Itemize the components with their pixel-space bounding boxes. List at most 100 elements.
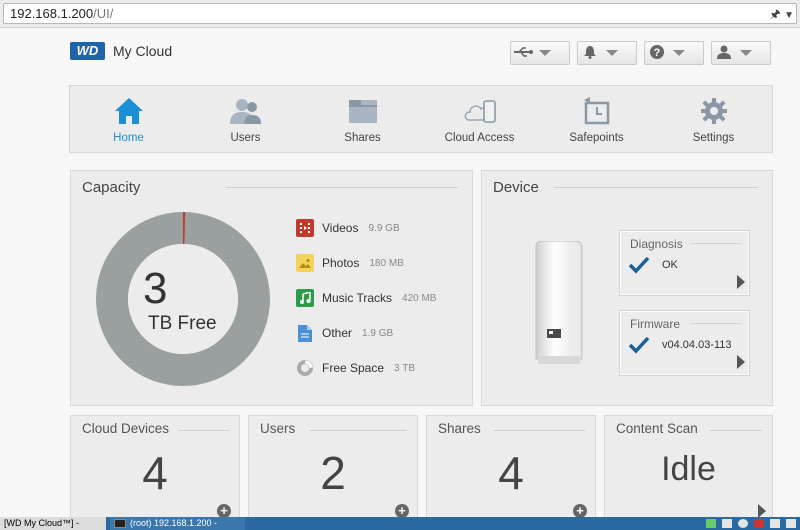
gear-icon xyxy=(700,94,728,128)
nav-item-cloud-access[interactable]: Cloud Access xyxy=(421,86,538,152)
tray-icon[interactable] xyxy=(770,519,780,528)
url-host: 192.168.1.200 xyxy=(10,6,94,21)
chevron-down-icon xyxy=(669,42,689,64)
pin-icon[interactable]: 🖈 xyxy=(770,7,781,21)
capacity-panel: Capacity 3 TB Free Videos 9.9 GB Photos … xyxy=(70,170,473,406)
folder-icon xyxy=(348,94,378,128)
card-title: Shares xyxy=(438,421,481,436)
card-value: 4 xyxy=(142,447,168,499)
nav-item-home[interactable]: Home xyxy=(70,86,187,152)
legend-videos[interactable]: Videos 9.9 GB xyxy=(296,219,400,237)
legend-size: 420 MB xyxy=(402,292,437,304)
user-menu-button[interactable] xyxy=(711,41,771,65)
arrow-right-icon[interactable] xyxy=(758,504,766,518)
add-icon[interactable]: + xyxy=(395,504,409,518)
taskbar-item-label: (root) 192.168.1.200 - xyxy=(130,518,218,528)
card-divider xyxy=(709,430,762,431)
card-value: 2 xyxy=(320,447,346,499)
usb-menu-button[interactable] xyxy=(510,41,570,65)
shares-card[interactable]: Shares 4 + xyxy=(426,415,596,525)
legend-music[interactable]: Music Tracks 420 MB xyxy=(296,289,436,307)
legend-label: Music Tracks xyxy=(322,291,393,305)
nav-item-safepoints[interactable]: Safepoints xyxy=(538,86,655,152)
nav-label: Users xyxy=(230,132,261,144)
legend-label: Videos xyxy=(322,221,359,235)
chevron-down-icon xyxy=(602,42,622,64)
url-actions: 🖈 ▼ xyxy=(770,5,794,26)
chevron-down-icon xyxy=(535,42,555,64)
checkmark-icon xyxy=(628,336,650,354)
home-icon xyxy=(114,94,144,128)
flag-icon[interactable] xyxy=(754,519,764,528)
tray-icon[interactable] xyxy=(722,519,732,528)
diagnosis-card[interactable]: Diagnosis OK xyxy=(619,230,750,296)
firmware-card[interactable]: Firmware v04.04.03-113 xyxy=(619,310,750,376)
browser-toolbar: 192.168.1.200/UI/ 🖈 ▼ xyxy=(0,0,800,28)
card-divider xyxy=(309,430,407,431)
card-divider xyxy=(493,430,585,431)
svg-text:?: ? xyxy=(654,47,661,59)
bookmark-icon[interactable]: ▼ xyxy=(784,10,794,21)
cloud-devices-card[interactable]: Cloud Devices 4 + xyxy=(70,415,240,525)
main-nav: Home Users Shares Cloud Access Safepoint… xyxy=(69,85,773,153)
legend-size: 180 MB xyxy=(369,257,404,269)
arrow-right-icon[interactable] xyxy=(737,275,745,289)
taskbar-item-browser[interactable]: [WD My Cloud™] - xyxy=(0,517,106,530)
url-path: /UI/ xyxy=(93,6,114,21)
device-image xyxy=(535,241,583,364)
nav-item-settings[interactable]: Settings xyxy=(655,86,772,152)
add-icon[interactable]: + xyxy=(573,504,587,518)
app-page: WD My Cloud ? Home Users Shares Cloud Ac… xyxy=(0,28,800,525)
arrow-right-icon[interactable] xyxy=(737,355,745,369)
device-panel: Device Diagnosis OK Firmware v04.04.03-1… xyxy=(481,170,773,406)
card-divider xyxy=(691,243,741,244)
os-taskbar: [WD My Cloud™] - (root) 192.168.1.200 - xyxy=(0,517,800,530)
user-icon xyxy=(712,45,736,62)
chevron-down-icon xyxy=(736,42,756,64)
content-scan-card[interactable]: Content Scan Idle xyxy=(604,415,773,525)
legend-other[interactable]: Other 1.9 GB xyxy=(296,324,393,342)
legend-label: Free Space xyxy=(322,361,385,375)
nav-item-users[interactable]: Users xyxy=(187,86,304,152)
document-icon xyxy=(296,324,314,342)
title-divider xyxy=(554,187,758,188)
logo[interactable]: WD My Cloud xyxy=(70,42,172,60)
add-icon[interactable]: + xyxy=(217,504,231,518)
legend-label: Photos xyxy=(322,256,360,270)
tray-icon[interactable] xyxy=(738,519,748,528)
legend-free-space[interactable]: Free Space 3 TB xyxy=(296,359,415,377)
card-title: Firmware xyxy=(630,317,680,331)
card-title: Users xyxy=(260,421,296,436)
legend-size: 1.9 GB xyxy=(362,327,394,339)
panel-title: Capacity xyxy=(82,179,141,196)
help-icon: ? xyxy=(645,44,669,62)
nav-label: Settings xyxy=(692,132,735,144)
users-card[interactable]: Users 2 + xyxy=(248,415,418,525)
nav-label: Shares xyxy=(344,132,381,144)
legend-label: Other xyxy=(322,326,353,340)
pie-icon xyxy=(296,359,314,377)
card-value: 4 xyxy=(498,447,524,499)
title-divider xyxy=(226,187,458,188)
nav-item-shares[interactable]: Shares xyxy=(304,86,421,152)
card-title: Diagnosis xyxy=(630,237,683,251)
bell-icon xyxy=(578,45,602,62)
notifications-button[interactable] xyxy=(577,41,637,65)
checkmark-icon xyxy=(628,256,650,274)
logo-text: My Cloud xyxy=(113,43,173,59)
tray-icon[interactable] xyxy=(706,519,716,528)
taskbar-item-terminal[interactable]: (root) 192.168.1.200 - xyxy=(110,517,245,530)
legend-size: 3 TB xyxy=(394,362,415,374)
free-value: 3 xyxy=(143,264,168,313)
card-title: Cloud Devices xyxy=(82,421,170,436)
legend-photos[interactable]: Photos 180 MB xyxy=(296,254,404,272)
wd-logo-mark: WD xyxy=(70,42,105,60)
cloud-access-icon xyxy=(463,94,497,128)
nav-label: Cloud Access xyxy=(444,132,515,144)
tray-icon[interactable] xyxy=(786,519,796,528)
panel-title: Device xyxy=(493,179,539,196)
help-button[interactable]: ? xyxy=(644,41,704,65)
photo-icon xyxy=(296,254,314,272)
url-input[interactable]: 192.168.1.200/UI/ xyxy=(3,3,797,24)
card-value: Idle xyxy=(661,450,716,488)
